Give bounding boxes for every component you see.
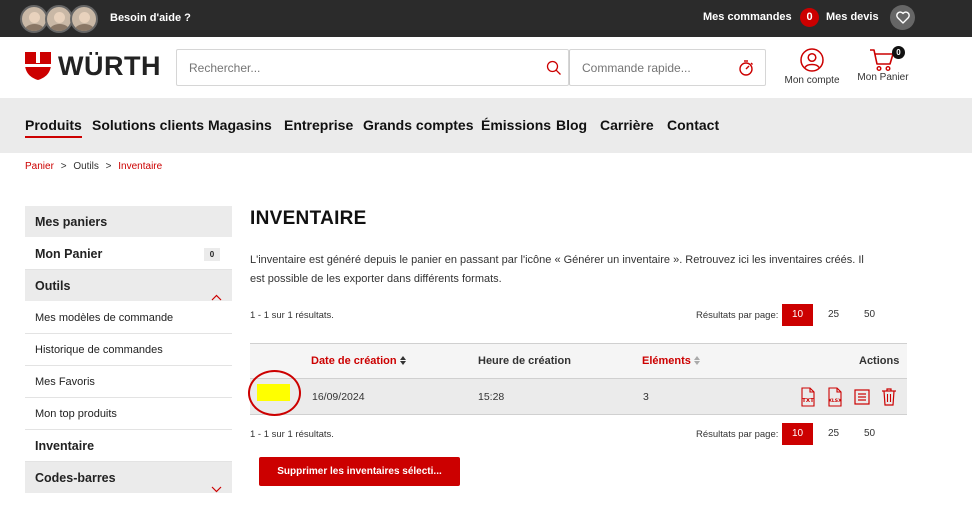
- chevron-down-icon: [211, 473, 222, 505]
- per-page-label-bottom: Résultats par page:: [696, 429, 779, 440]
- wurth-logo-icon: [25, 52, 51, 80]
- sidebar-item-inventaire[interactable]: Inventaire: [25, 430, 232, 462]
- nav-item-grands-comptes[interactable]: Grands comptes: [363, 117, 473, 133]
- breadcrumb-separator: >: [60, 161, 67, 172]
- nav-item-contact[interactable]: Contact: [667, 117, 719, 133]
- top-bar: Besoin d'aide ? Mes commandes 0 Mes devi…: [0, 0, 972, 37]
- quick-order-input[interactable]: [582, 61, 722, 75]
- header: WÜRTH Mon compte 0 Mon Panier: [0, 37, 972, 98]
- cell-time: 15:28: [478, 391, 505, 403]
- cart-count-badge: 0: [204, 248, 220, 261]
- sidebar-item-top-produits[interactable]: Mon top produits: [25, 398, 232, 430]
- sidebar-item-label: Historique de commandes: [35, 344, 163, 356]
- sidebar-item-label: Codes-barres: [35, 471, 116, 485]
- per-page-option-50[interactable]: 50: [854, 304, 885, 326]
- stopwatch-icon[interactable]: [737, 59, 755, 82]
- sidebar-item-mon-panier[interactable]: Mon Panier 0: [25, 238, 232, 270]
- avatar: [70, 5, 98, 33]
- per-page-option-10-bottom[interactable]: 10: [782, 423, 813, 445]
- help-link[interactable]: Besoin d'aide ?: [110, 12, 191, 24]
- txt-export-icon[interactable]: TXT: [798, 387, 818, 407]
- cell-date: 16/09/2024: [312, 391, 365, 403]
- cart-label: Mon Panier: [857, 72, 909, 83]
- breadcrumb-item[interactable]: Panier: [25, 161, 54, 172]
- per-page-option-25[interactable]: 25: [818, 304, 849, 326]
- account-button[interactable]: Mon compte: [782, 48, 842, 86]
- sidebar-item-outils[interactable]: Outils: [25, 270, 232, 302]
- logo-text: WÜRTH: [58, 50, 161, 81]
- nav-item-emissions[interactable]: Émissions: [481, 117, 551, 133]
- cart-count-badge: 0: [892, 46, 905, 59]
- sidebar-item-label: Mes modèles de commande: [35, 312, 174, 324]
- nav-item-magasins[interactable]: Magasins: [208, 117, 272, 133]
- trash-icon[interactable]: [879, 387, 899, 407]
- table-row: 16/09/2024 15:28 3 TXT XLSX: [248, 370, 907, 416]
- sidebar-item-modeles-commande[interactable]: Mes modèles de commande: [25, 302, 232, 334]
- per-page-option-25-bottom[interactable]: 25: [818, 423, 849, 445]
- breadcrumb: Panier > Outils > Inventaire: [25, 161, 162, 172]
- page-description: L'inventaire est généré depuis le panier…: [250, 254, 864, 285]
- svg-text:XLSX: XLSX: [828, 398, 842, 404]
- highlight-annotation: [248, 370, 301, 416]
- results-count-bottom: 1 - 1 sur 1 résultats.: [250, 429, 334, 440]
- sidebar-item-label: Outils: [35, 279, 71, 293]
- main-nav: Produits Solutions clients Magasins Entr…: [0, 98, 972, 153]
- sidebar-item-favoris[interactable]: Mes Favoris: [25, 366, 232, 398]
- user-icon: [800, 48, 824, 72]
- per-page-option-50-bottom[interactable]: 50: [854, 423, 885, 445]
- wurth-logo[interactable]: WÜRTH: [25, 50, 161, 81]
- my-orders-link[interactable]: Mes commandes: [703, 11, 792, 23]
- cart-button[interactable]: 0 Mon Panier: [853, 46, 913, 83]
- avatar: [20, 5, 48, 33]
- column-header-label: Date de création: [311, 355, 397, 367]
- delete-inventories-button[interactable]: Supprimer les inventaires sélecti...: [259, 457, 460, 486]
- breadcrumb-item[interactable]: Outils: [73, 161, 99, 172]
- sidebar-item-label: Mon top produits: [35, 408, 117, 420]
- nav-item-blog[interactable]: Blog: [556, 117, 587, 133]
- column-header-actions: Actions: [859, 355, 900, 367]
- search-input[interactable]: [189, 61, 489, 75]
- svg-text:TXT: TXT: [802, 398, 814, 404]
- nav-item-carriere[interactable]: Carrière: [600, 117, 654, 133]
- breadcrumb-separator: >: [105, 161, 112, 172]
- sidebar-item-label: Mes Favoris: [35, 376, 95, 388]
- column-header-elements[interactable]: Eléments: [642, 355, 700, 368]
- search-icon[interactable]: [546, 60, 562, 81]
- list-icon[interactable]: [852, 387, 872, 407]
- cell-elements: 3: [643, 391, 649, 403]
- sidebar: Mes paniers Mon Panier 0 Outils Mes modèl…: [25, 206, 232, 494]
- heart-icon[interactable]: [890, 5, 915, 30]
- per-page-label: Résultats par page:: [696, 310, 779, 321]
- row-actions: TXT XLSX: [798, 387, 899, 407]
- per-page-option-10[interactable]: 10: [782, 304, 813, 326]
- sort-icon: [399, 356, 406, 368]
- column-header-label: Eléments: [642, 355, 691, 367]
- column-header-time: Heure de création: [478, 355, 571, 367]
- quick-order-box: [569, 49, 766, 86]
- account-label: Mon compte: [784, 75, 840, 86]
- breadcrumb-item-current: Inventaire: [118, 161, 163, 172]
- sidebar-item-label: Mon Panier: [35, 247, 103, 261]
- help-avatars[interactable]: [20, 5, 100, 33]
- sidebar-item-label: Inventaire: [35, 439, 95, 453]
- nav-item-entreprise[interactable]: Entreprise: [284, 117, 353, 133]
- xlsx-export-icon[interactable]: XLSX: [825, 387, 845, 407]
- sidebar-item-codes-barres[interactable]: Codes-barres: [25, 462, 232, 494]
- column-header-date[interactable]: Date de création: [311, 355, 406, 368]
- sidebar-item-historique[interactable]: Historique de commandes: [25, 334, 232, 366]
- sidebar-item-mes-paniers[interactable]: Mes paniers: [25, 206, 232, 238]
- table-header: Date de création Heure de création Eléme…: [250, 343, 907, 379]
- page-title: INVENTAIRE: [250, 208, 367, 229]
- nav-item-solutions-clients[interactable]: Solutions clients: [92, 117, 204, 133]
- results-count: 1 - 1 sur 1 résultats.: [250, 310, 334, 321]
- avatar: [45, 5, 73, 33]
- quotes-count-badge: 0: [800, 8, 819, 27]
- nav-item-produits[interactable]: Produits: [25, 117, 82, 138]
- sidebar-item-label: Mes paniers: [35, 215, 108, 229]
- search-box: [176, 49, 569, 86]
- sort-icon: [693, 356, 700, 368]
- my-quotes-link[interactable]: Mes devis: [826, 11, 879, 23]
